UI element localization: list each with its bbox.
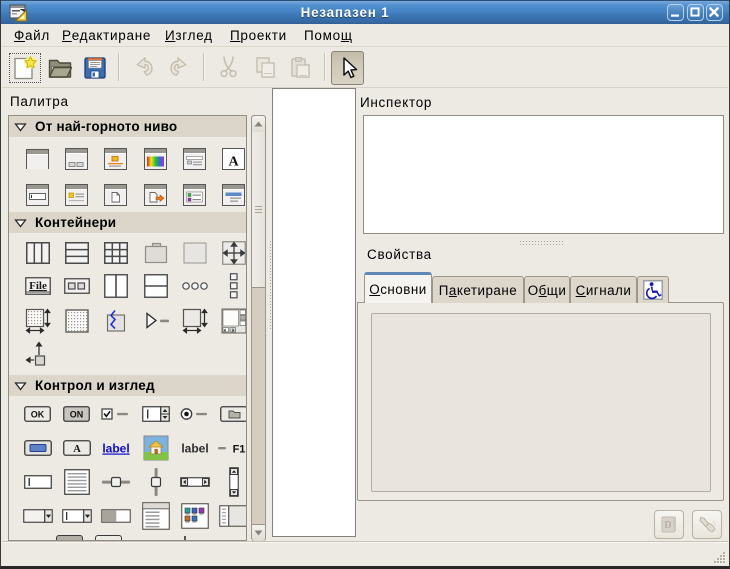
svg-text:A: A [228,155,239,170]
svg-text:F1: F1 [232,444,245,456]
svg-text:OK: OK [31,410,45,420]
svg-text:A: A [73,444,81,455]
svg-text:label: label [102,442,129,456]
svg-text:D: D [664,520,671,531]
svg-text:ON: ON [70,410,84,420]
svg-text:File: File [29,280,47,292]
svg-text:label: label [181,442,208,456]
